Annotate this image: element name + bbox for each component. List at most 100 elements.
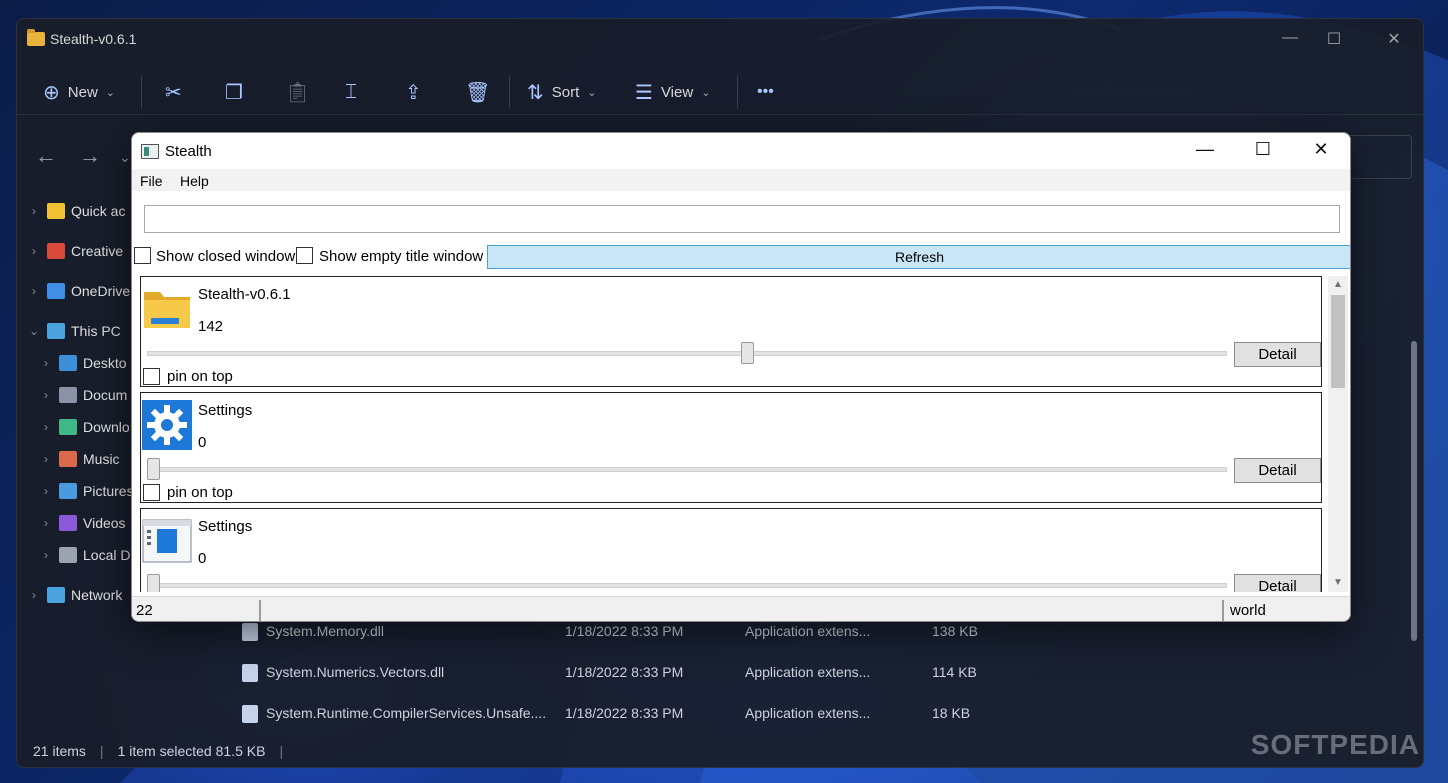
minimize-icon[interactable]: — xyxy=(1182,139,1228,163)
share-button[interactable]: ⇪ xyxy=(405,79,422,105)
file-row[interactable]: System.Runtime.CompilerServices.Unsafe..… xyxy=(242,701,1002,725)
chevron-right-icon[interactable]: › xyxy=(39,388,53,402)
cut-button[interactable]: ✂ xyxy=(165,79,182,105)
sidebar-item[interactable]: › Docum xyxy=(39,381,127,409)
sidebar-item[interactable]: › OneDrive xyxy=(27,277,130,305)
opacity-slider-track[interactable] xyxy=(147,583,1227,588)
computer-icon xyxy=(47,323,65,339)
view-button[interactable]: ☰ View ⌄ xyxy=(635,79,710,105)
show-closed-label: Show closed window xyxy=(156,248,296,265)
show-closed-checkbox[interactable] xyxy=(134,247,151,264)
status-divider xyxy=(1222,600,1224,621)
sidebar-item[interactable]: › Music xyxy=(39,445,120,473)
explorer-titlebar[interactable]: Stealth-v0.6.1 — ☐ ✕ xyxy=(17,19,1423,59)
stealth-app-icon xyxy=(141,144,159,159)
chevron-right-icon[interactable]: › xyxy=(39,452,53,466)
delete-button[interactable]: 🗑︎ xyxy=(465,79,490,105)
sidebar-item[interactable]: › Videos xyxy=(39,509,126,537)
back-arrow-icon[interactable]: ← xyxy=(35,143,57,169)
window-list: Stealth-v0.6.1 142 Detail pin on top Setting… xyxy=(140,276,1322,592)
file-row[interactable]: System.Memory.dll 1/18/2022 8:33 PM Applic… xyxy=(242,619,1002,643)
view-label: View xyxy=(660,83,694,101)
toolbar-divider xyxy=(141,75,142,109)
pictures-icon xyxy=(59,483,77,499)
chevron-right-icon[interactable]: › xyxy=(39,548,53,562)
explorer-title: Stealth-v0.6.1 xyxy=(50,31,137,47)
sidebar-item-label: Downlo xyxy=(83,419,130,435)
view-icon: ☰ xyxy=(635,81,653,104)
window-icon xyxy=(142,516,192,566)
opacity-slider-track[interactable] xyxy=(147,351,1227,356)
close-icon[interactable]: ✕ xyxy=(1379,29,1409,49)
paste-button[interactable]: 📋︎ xyxy=(285,79,310,105)
sidebar-item[interactable]: › Quick ac xyxy=(27,197,125,225)
sidebar-item[interactable]: › Local D xyxy=(39,541,130,569)
chevron-right-icon[interactable]: › xyxy=(27,204,41,218)
sidebar-item[interactable]: ⌄ This PC xyxy=(27,317,121,345)
chevron-down-icon[interactable]: ⌄ xyxy=(27,324,41,338)
scroll-up-icon[interactable]: ▲ xyxy=(1328,277,1348,293)
sidebar-item[interactable]: › Pictures xyxy=(39,477,134,505)
sidebar-item[interactable]: › Deskto xyxy=(39,349,127,377)
sidebar-item-label: Pictures xyxy=(83,483,134,499)
sort-button[interactable]: ⇅ Sort ⌄ xyxy=(527,79,597,105)
sidebar-item[interactable]: › Network xyxy=(27,581,122,609)
chevron-right-icon[interactable]: › xyxy=(39,484,53,498)
stealth-window[interactable]: Stealth — ☐ ✕ File Help Show closed wind… xyxy=(131,132,1351,622)
window-list-scrollbar[interactable]: ▲ ▼ xyxy=(1328,276,1348,592)
opacity-value: 142 xyxy=(198,318,224,335)
refresh-button[interactable]: Refresh xyxy=(487,245,1350,269)
network-icon xyxy=(47,587,65,603)
sidebar-item[interactable]: › Downlo xyxy=(39,413,130,441)
chevron-right-icon[interactable]: › xyxy=(39,516,53,530)
menu-help[interactable]: Help xyxy=(180,173,209,189)
opacity-slider-track[interactable] xyxy=(147,467,1227,472)
show-empty-label: Show empty title window xyxy=(319,248,484,265)
opacity-slider-thumb[interactable] xyxy=(741,342,755,364)
opacity-slider-thumb[interactable] xyxy=(147,574,160,592)
new-label: New xyxy=(67,83,98,101)
sidebar-item[interactable]: › Creative xyxy=(27,237,123,265)
opacity-slider-thumb[interactable] xyxy=(147,458,160,480)
more-options-button[interactable]: ••• xyxy=(757,79,774,105)
chevron-right-icon[interactable]: › xyxy=(27,244,41,258)
stealth-titlebar[interactable]: Stealth — ☐ ✕ xyxy=(132,133,1350,169)
new-button[interactable]: ⊕ New ⌄ xyxy=(43,79,115,105)
copy-button[interactable]: ❐ xyxy=(225,79,243,105)
filter-input[interactable] xyxy=(144,205,1340,233)
file-row[interactable]: System.Numerics.Vectors.dll 1/18/2022 8:3… xyxy=(242,660,1002,684)
chevron-down-icon: ⌄ xyxy=(701,86,711,99)
rename-button[interactable]: ⌶ xyxy=(345,79,357,105)
sidebar-item-label: Quick ac xyxy=(71,203,126,219)
pin-on-top-checkbox[interactable] xyxy=(143,368,160,385)
menu-file[interactable]: File xyxy=(140,173,163,189)
detail-button[interactable]: Detail xyxy=(1234,458,1321,483)
forward-arrow-icon[interactable]: → xyxy=(79,143,101,169)
minimize-icon[interactable]: — xyxy=(1275,29,1305,47)
window-name: Settings xyxy=(198,402,253,419)
chevron-down-icon[interactable]: ⌄ xyxy=(119,149,131,166)
chevron-right-icon[interactable]: › xyxy=(27,284,41,298)
folder-icon xyxy=(27,29,45,46)
chevron-right-icon[interactable]: › xyxy=(39,420,53,434)
explorer-scrollbar[interactable] xyxy=(1411,341,1417,641)
folder-icon xyxy=(142,284,192,334)
sidebar-item-label: Creative xyxy=(71,243,124,259)
pin-on-top-checkbox[interactable] xyxy=(143,484,160,501)
scroll-down-icon[interactable]: ▼ xyxy=(1328,575,1348,591)
copy-icon: ❐ xyxy=(225,81,243,104)
maximize-icon[interactable]: ☐ xyxy=(1240,139,1286,163)
maximize-icon[interactable]: ☐ xyxy=(1319,29,1349,49)
show-empty-checkbox[interactable] xyxy=(296,247,313,264)
close-icon[interactable]: ✕ xyxy=(1298,139,1344,163)
toolbar-divider xyxy=(509,75,510,109)
chevron-right-icon[interactable]: › xyxy=(39,356,53,370)
dll-file-icon xyxy=(242,664,258,682)
file-size: 114 KB xyxy=(932,664,977,680)
status-count: 22 xyxy=(136,602,153,619)
pin-on-top-label: pin on top xyxy=(167,368,233,385)
scrollbar-thumb[interactable] xyxy=(1331,295,1345,388)
detail-button[interactable]: Detail xyxy=(1234,574,1321,592)
chevron-right-icon[interactable]: › xyxy=(27,588,41,602)
detail-button[interactable]: Detail xyxy=(1234,342,1321,367)
